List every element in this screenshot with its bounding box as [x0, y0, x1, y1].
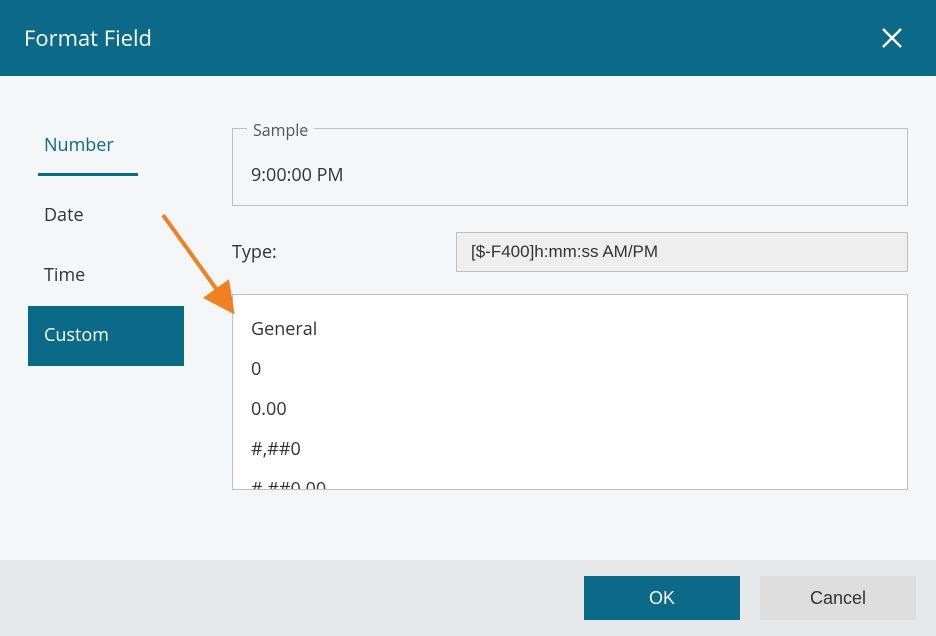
- format-settings-panel: Sample 9:00:00 PM Type: General 0 0.00 #…: [232, 116, 908, 560]
- dialog-header: Format Field: [0, 0, 936, 76]
- list-item[interactable]: 0: [251, 349, 889, 389]
- sidebar-item-custom[interactable]: Custom: [28, 306, 184, 366]
- close-icon: [881, 27, 903, 49]
- list-item[interactable]: #,##0.00: [251, 469, 889, 490]
- ok-button[interactable]: OK: [584, 576, 740, 620]
- type-row: Type:: [232, 232, 908, 272]
- sample-box: Sample 9:00:00 PM: [232, 128, 908, 206]
- dialog-footer: OK Cancel: [0, 560, 936, 636]
- sidebar-item-label: Date: [44, 203, 84, 227]
- list-item[interactable]: #,##0: [251, 429, 889, 469]
- sidebar-item-label: Custom: [44, 323, 109, 347]
- sample-value: 9:00:00 PM: [251, 163, 889, 187]
- sample-label: Sample: [247, 119, 314, 141]
- type-label: Type:: [232, 240, 456, 264]
- cancel-button[interactable]: Cancel: [760, 576, 916, 620]
- type-input[interactable]: [456, 232, 908, 272]
- sidebar-item-date[interactable]: Date: [28, 186, 184, 246]
- sidebar-item-label: Time: [44, 263, 85, 287]
- sidebar-item-number[interactable]: Number: [38, 116, 138, 176]
- list-item[interactable]: 0.00: [251, 389, 889, 429]
- format-category-sidebar: Number Date Time Custom: [28, 116, 184, 560]
- sidebar-item-label: Number: [44, 133, 114, 157]
- dialog-body: Number Date Time Custom Sample 9:00:00 P…: [0, 76, 936, 560]
- close-button[interactable]: [872, 18, 912, 58]
- dialog-title: Format Field: [24, 23, 152, 53]
- format-list[interactable]: General 0 0.00 #,##0 #,##0.00: [232, 294, 908, 490]
- list-item[interactable]: General: [251, 309, 889, 349]
- sidebar-item-time[interactable]: Time: [28, 246, 184, 306]
